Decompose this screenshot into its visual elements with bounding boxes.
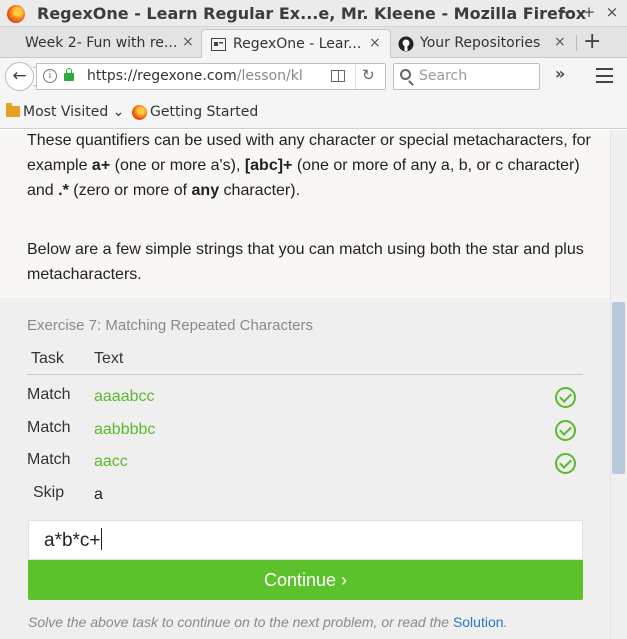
- tab-label: Week 2- Fun with re...: [25, 35, 178, 51]
- toolbar-overflow-button[interactable]: »: [555, 64, 565, 83]
- tab-close-icon[interactable]: ×: [369, 35, 381, 51]
- navigation-bar: i https://regexone.com/lesson/kl ↻ ← Sea…: [0, 58, 627, 95]
- check-circle-icon: [555, 420, 576, 441]
- row-text: aaaabcc: [94, 388, 155, 405]
- row-text: aabbbbc: [94, 421, 156, 438]
- exercise-panel: Exercise 7: Matching Repeated Characters…: [0, 298, 610, 639]
- p1-example-abc-plus: [abc]+: [244, 157, 293, 174]
- column-header-text: Text: [94, 350, 124, 367]
- regexone-favicon-icon: [211, 38, 226, 51]
- p1-text: (one or more a's),: [110, 157, 245, 174]
- url-text[interactable]: https://regexone.com/lesson/kl: [87, 68, 327, 84]
- tab-label: RegexOne - Lear...: [233, 36, 362, 52]
- row-task: Match: [27, 451, 71, 468]
- tab-bar: Week 2- Fun with re... × RegexOne - Lear…: [0, 27, 627, 58]
- row-text: a: [94, 486, 103, 503]
- bookmark-most-visited[interactable]: Most Visited ⌄: [23, 104, 124, 120]
- page-scrollbar-thumb[interactable]: [612, 302, 625, 474]
- column-header-task: Task: [31, 350, 64, 367]
- reader-view-icon[interactable]: [331, 70, 345, 82]
- maximize-button[interactable]: +: [580, 3, 598, 21]
- solution-link[interactable]: Solution: [453, 614, 504, 630]
- minimize-button[interactable]: −: [557, 3, 575, 21]
- close-window-button[interactable]: ×: [603, 3, 621, 21]
- github-favicon-icon: [398, 36, 414, 52]
- firefox-bookmark-icon: [132, 105, 147, 120]
- new-tab-button[interactable]: +: [583, 31, 601, 53]
- check-circle-icon: [555, 387, 576, 408]
- url-bar[interactable]: i https://regexone.com/lesson/kl ↻: [36, 63, 386, 90]
- row-task: Match: [27, 386, 71, 403]
- continue-button[interactable]: Continue ›: [28, 560, 583, 600]
- url-host: https://regexone.com: [87, 68, 237, 84]
- tab-separator: [576, 35, 577, 51]
- window-title: RegexOne - Learn Regular Ex...e, Mr. Kle…: [37, 4, 587, 23]
- tab-close-icon[interactable]: ×: [554, 34, 566, 50]
- reload-button[interactable]: ↻: [362, 66, 375, 84]
- search-placeholder: Search: [419, 68, 468, 84]
- back-button[interactable]: ←: [5, 62, 34, 91]
- url-separator: [355, 64, 356, 89]
- tab-close-icon[interactable]: ×: [182, 34, 194, 50]
- site-info-icon[interactable]: i: [43, 69, 57, 83]
- tab-label: Your Repositories: [420, 35, 541, 51]
- hint-suffix: .: [503, 614, 508, 630]
- exercise-title: Exercise 7: Matching Repeated Characters: [27, 317, 313, 334]
- regex-answer-value: a*b*c+: [44, 530, 101, 551]
- check-circle-icon: [555, 453, 576, 474]
- window-titlebar: RegexOne - Learn Regular Ex...e, Mr. Kle…: [0, 0, 627, 27]
- p1-text: (zero or more of: [68, 182, 192, 199]
- row-task: Skip: [33, 484, 65, 501]
- lock-icon: [64, 68, 74, 81]
- page-content: These quantifiers can be used with any c…: [0, 130, 610, 639]
- menu-hamburger-icon[interactable]: [596, 68, 613, 83]
- search-input[interactable]: Search: [393, 63, 540, 90]
- lesson-paragraph-1: These quantifiers can be used with any c…: [27, 130, 597, 203]
- chevron-down-icon: ⌄: [112, 104, 125, 120]
- table-divider: [27, 374, 583, 375]
- bookmark-folder-icon: [6, 103, 20, 117]
- url-path: /lesson/kl: [236, 68, 303, 84]
- bookmark-getting-started[interactable]: Getting Started: [150, 104, 258, 120]
- p1-text: character).: [219, 182, 301, 199]
- most-visited-label: Most Visited: [23, 104, 109, 120]
- search-icon: [400, 69, 411, 80]
- text-caret: [100, 528, 102, 550]
- firefox-logo-icon: [7, 5, 25, 23]
- tab-regexone[interactable]: RegexOne - Lear... ×: [201, 29, 391, 58]
- p1-emphasis-any: any: [191, 182, 220, 199]
- bookmarks-toolbar: Most Visited ⌄ Getting Started: [0, 95, 627, 129]
- p1-example-dot-star: .*: [58, 182, 69, 199]
- hint-text: Solve the above task to continue on to t…: [28, 614, 453, 630]
- p1-example-a-plus: a+: [91, 157, 111, 174]
- exercise-hint: Solve the above task to continue on to t…: [28, 614, 507, 630]
- row-text: aacc: [94, 453, 128, 470]
- regex-answer-input[interactable]: a*b*c+: [28, 520, 583, 560]
- tab-your-repositories[interactable]: Your Repositories ×: [392, 29, 577, 58]
- tab-week2[interactable]: Week 2- Fun with re... ×: [8, 29, 200, 58]
- lesson-paragraph-2: Below are a few simple strings that you …: [27, 241, 584, 283]
- row-task: Match: [27, 419, 71, 436]
